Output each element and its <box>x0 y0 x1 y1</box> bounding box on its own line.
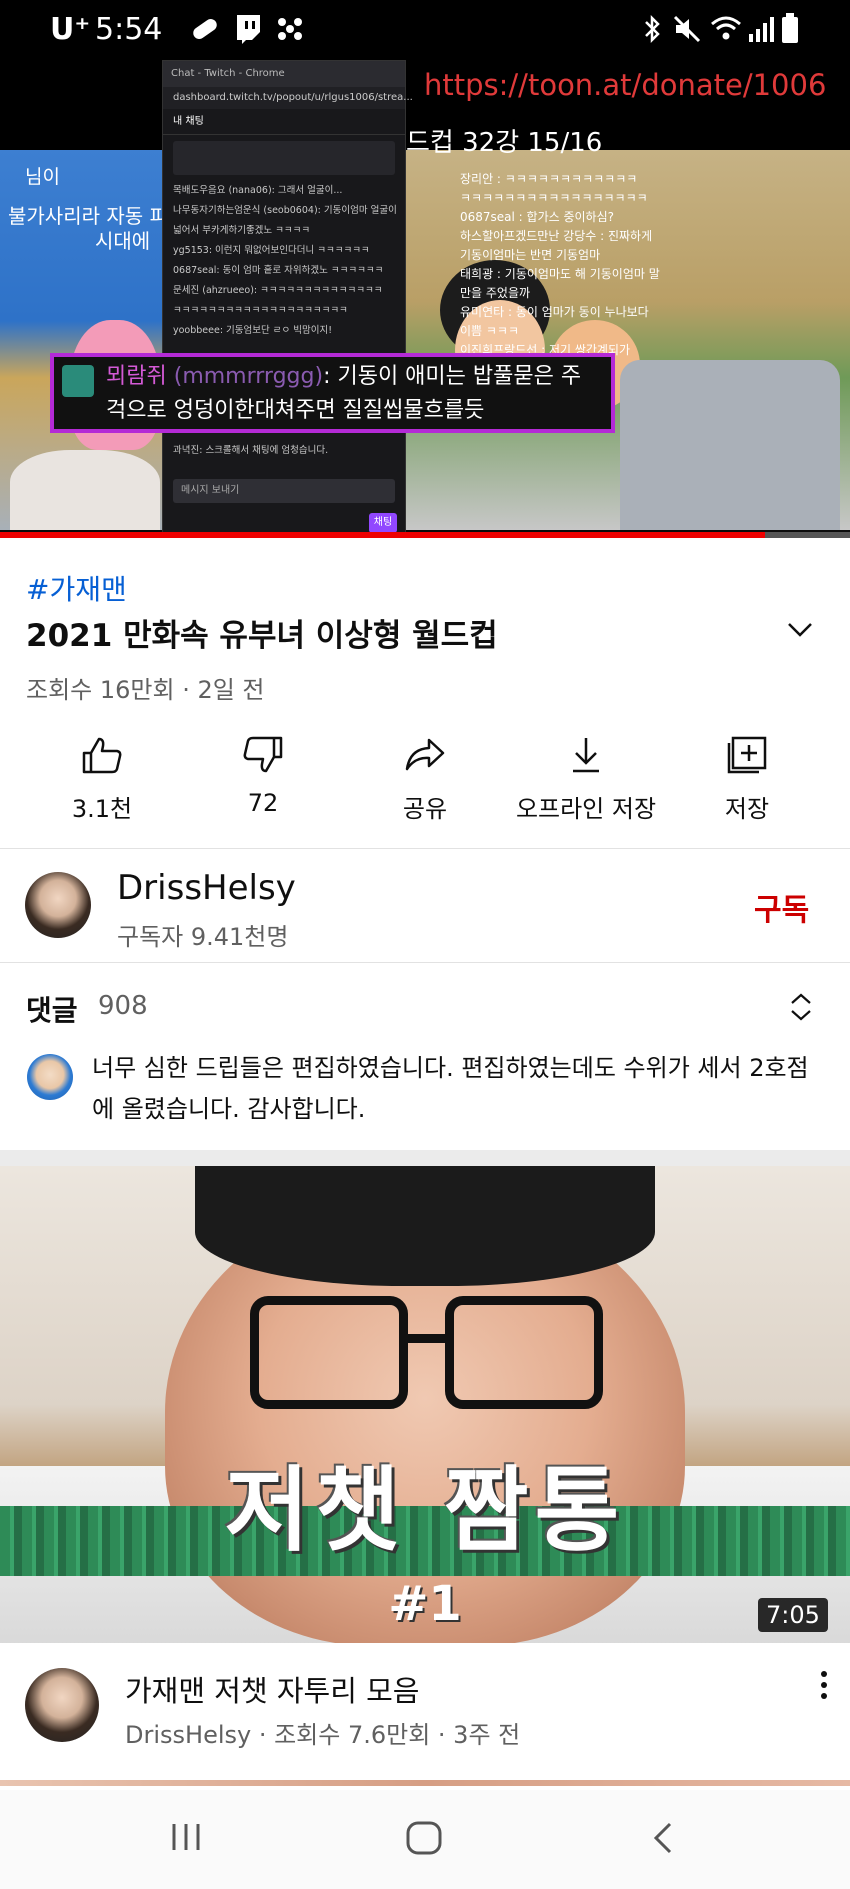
like-count: 3.1천 <box>71 795 133 823</box>
chat-overlay-line: 기동이엄마는 반면 기동엄마 <box>460 248 601 262</box>
chevron-down-icon[interactable] <box>785 614 815 644</box>
status-bar: U⁺ 5:54 <box>0 0 850 60</box>
twitch-chat-line: ㅋㅋㅋㅋㅋㅋㅋㅋㅋㅋㅋㅋㅋㅋㅋㅋㅋㅋㅋㅋ <box>173 305 348 316</box>
twitch-url: dashboard.twitch.tv/popout/u/rlgus1006/s… <box>163 87 413 109</box>
chat-overlay-line: 태희광 : 기동이엄마도 해 기동이엄마 말 <box>460 267 660 281</box>
video-hashtag[interactable]: #가재맨 <box>26 568 127 608</box>
back-icon[interactable] <box>648 1820 678 1856</box>
share-icon <box>405 738 445 771</box>
twitch-chat-line: 과녁진: 스크롤해서 채팅에 엄청습니다. <box>173 445 329 456</box>
twitch-gift-banner <box>173 141 395 175</box>
expand-collapse-icon[interactable] <box>786 990 816 1024</box>
twitch-window-title: Chat - Twitch - Chrome <box>163 61 405 87</box>
clock: 5:54 <box>95 12 163 47</box>
save-button[interactable]: 저장 <box>662 735 832 824</box>
comments-count: 908 <box>98 991 148 1021</box>
related-channel-avatar[interactable] <box>25 1668 99 1742</box>
thumbs-down-icon <box>243 736 283 773</box>
add-to-playlist-icon <box>727 736 767 774</box>
twitch-message-input: 메시지 보내기 <box>173 479 395 503</box>
chat-overlay-line: 0687seal : 합가스 중이하심? <box>460 210 614 224</box>
wifi-icon <box>711 16 741 40</box>
download-button[interactable]: 오프라인 저장 <box>501 735 671 824</box>
twitch-chat-button: 채팅 <box>369 513 397 533</box>
thumbnail-hair <box>195 1166 655 1286</box>
video-left-line1: 님이 <box>25 166 60 188</box>
twitch-chat-line: yg5153: 이런지 뭐없어보인다더니 ㅋㅋㅋㅋㅋㅋ <box>173 245 370 256</box>
divider <box>0 848 850 849</box>
video-progress-bar[interactable] <box>0 532 850 538</box>
battery-icon <box>782 13 798 43</box>
twitch-chat-line: 넓어서 부카게하기좋겠노 ㅋㅋㅋㅋ <box>173 225 311 236</box>
chat-overlay-line: 장리안 : ㅋㅋㅋㅋㅋㅋㅋㅋㅋㅋㅋㅋ <box>460 172 638 186</box>
more-options-icon[interactable] <box>818 1668 830 1702</box>
thumbnail-episode-number: #1 <box>388 1576 462 1632</box>
twitch-icon <box>237 15 260 44</box>
subscriber-count: 구독자 9.41천명 <box>117 923 289 951</box>
subscribe-button[interactable]: 구독 <box>754 885 809 929</box>
save-label: 저장 <box>724 795 770 823</box>
share-label: 공유 <box>402 795 448 823</box>
channel-name[interactable]: DrissHelsy <box>117 868 296 908</box>
pinned-comment-text: 너무 심한 드립들은 편집하였습니다. 편집하였는데도 수위가 세서 2호점에 … <box>92 1054 809 1123</box>
chat-overlay-line: 이쁨 ㅋㅋㅋ <box>460 324 520 338</box>
chat-overlay-line: 하스할아프겠드만난 강당수 : 진짜하게 <box>460 229 653 243</box>
pill-icon <box>193 18 217 40</box>
section-gap <box>0 1150 850 1166</box>
video-overlay-title: 드컵 32강 15/16 <box>406 128 603 158</box>
highlight-userid: (mmmrrrggg) <box>173 364 324 389</box>
system-nav-bar <box>0 1790 850 1889</box>
video-left-line3: 시대에 <box>95 229 151 253</box>
app-icon <box>278 18 302 40</box>
signal-icon <box>749 17 774 42</box>
video-meta: 조회수 16만회 · 2일 전 <box>26 676 265 704</box>
video-duration-badge: 7:05 <box>758 1598 828 1632</box>
comments-section[interactable]: 댓글 908 너무 심한 드립들은 편집하였습니다. 편집하였는데도 수위가 세… <box>0 962 850 1150</box>
twitch-chat-line: 목배도우음요 (nana06): 그래서 얼굴이... <box>173 185 343 196</box>
glasses-bridge <box>399 1334 445 1343</box>
donate-url: https://toon.at/donate/1006 <box>424 68 827 102</box>
download-icon <box>573 738 599 773</box>
twitch-chat-window: Chat - Twitch - Chrome dashboard.twitch.… <box>162 60 413 538</box>
dislike-button[interactable]: 72 <box>178 735 348 817</box>
comment-avatar <box>27 1054 73 1100</box>
share-button[interactable]: 공유 <box>340 735 510 824</box>
home-icon[interactable] <box>404 1820 444 1856</box>
highlight-username: 뫼람쥐 <box>106 364 167 389</box>
highlighted-chat-message: 뫼람쥐 (mmmrrrggg): 기동이 애미는 밥풀묻은 주걱으로 엉덩이한대… <box>50 353 615 433</box>
twitch-chat-line: yoobbeee: 기동엄보단 ㄹㅇ 빅맘이지! <box>173 325 333 336</box>
bluetooth-icon <box>645 14 660 44</box>
glasses-left-lens <box>250 1296 408 1409</box>
recent-apps-icon[interactable] <box>168 1820 204 1854</box>
chat-overlay-line: ㅋㅋㅋㅋㅋㅋㅋㅋㅋㅋㅋㅋㅋㅋㅋㅋㅋ <box>460 191 648 205</box>
related-video-meta: DrissHelsy · 조회수 7.6만회 · 3주 전 <box>125 1721 521 1749</box>
video-player[interactable]: 님이 불가사리라 자동 피 시대에 https://toon.at/donate… <box>0 60 850 538</box>
comments-heading: 댓글 <box>26 994 78 1027</box>
twitch-chat-line: 나무동자기하는엄운식 (seob0604): 기동이엄마 얼굴이 <box>173 205 397 216</box>
video-progress-fill <box>0 532 765 538</box>
chat-overlay-line: 만을 주었을까 <box>460 286 531 300</box>
thumbnail-title-text: 저챗 짬통 <box>224 1457 626 1564</box>
download-label: 오프라인 저장 <box>515 795 657 823</box>
glasses-right-lens <box>445 1296 603 1409</box>
streamer-cam <box>10 450 160 530</box>
carrier-label: U⁺ <box>50 12 91 47</box>
thumbs-up-icon <box>82 737 122 774</box>
chat-badge-icon <box>62 365 94 397</box>
twitch-chat-line: 0687seal: 동이 엄마 홑로 자위하겠노 ㅋㅋㅋㅋㅋㅋ <box>173 265 384 276</box>
like-button[interactable]: 3.1천 <box>17 735 187 824</box>
twitch-chat-header: 내 채팅 <box>163 109 405 135</box>
related-video-title[interactable]: 가재맨 저챗 자투리 모음 <box>125 1668 419 1710</box>
dislike-count: 72 <box>247 789 279 817</box>
next-thumbnail-edge <box>0 1780 850 1786</box>
chat-overlay-line: 유미연타 : 동이 엄마가 동이 누나보다 <box>460 305 649 319</box>
video-title[interactable]: 2021 만화속 유부녀 이상형 월드컵 <box>26 610 766 655</box>
twitch-chat-line: 문세진 (ahzrueeo): ㅋㅋㅋㅋㅋㅋㅋㅋㅋㅋㅋㅋㅋㅋ <box>173 285 383 296</box>
mute-icon <box>673 15 701 43</box>
channel-avatar[interactable] <box>25 872 91 938</box>
related-video-thumbnail[interactable]: 저챗 짬통 #1 <box>0 1166 850 1643</box>
